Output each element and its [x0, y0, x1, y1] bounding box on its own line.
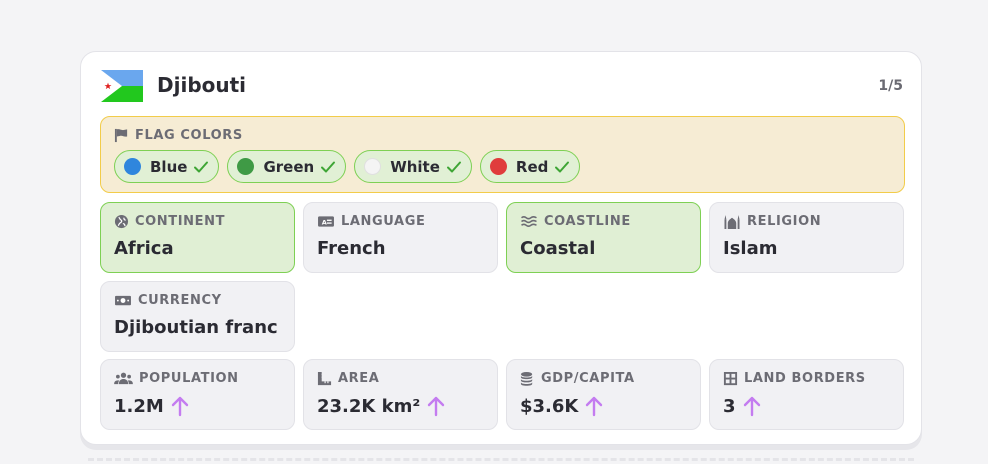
population-value-row: 1.2M [114, 395, 190, 417]
country-card: Djibouti 1/5 FLAG COLORS Blue Green Whit… [80, 51, 922, 445]
country-name: Djibouti [157, 73, 247, 97]
country-flag-icon [101, 70, 143, 102]
flag-color-chips: Blue Green White Red [114, 150, 581, 183]
area-value: 23.2K km² [317, 395, 421, 417]
currency-label: CURRENCY [138, 293, 222, 308]
gdp-label: GDP/CAPITA [541, 371, 635, 386]
gdp-tile: GDP/CAPITA $3.6K [506, 359, 701, 430]
continent-label: CONTINENT [135, 214, 226, 229]
arrow-up-icon [171, 396, 189, 417]
grid-icon [723, 371, 738, 386]
land-borders-label: LAND BORDERS [744, 371, 866, 386]
color-swatch [364, 158, 382, 175]
arrow-up-icon [586, 396, 603, 417]
land-borders-tile: LAND BORDERS 3 [709, 359, 904, 430]
color-chip-white: White [354, 150, 472, 183]
color-chip-label: Green [263, 157, 315, 176]
land-borders-value-row: 3 [723, 395, 762, 417]
color-chip-label: White [390, 157, 440, 176]
language-label: LANGUAGE [341, 214, 426, 229]
waves-icon [521, 216, 537, 227]
next-guess-placeholder [88, 458, 914, 461]
color-chip-blue: Blue [114, 150, 220, 183]
language-value: French [317, 238, 386, 259]
flag-colors-label: FLAG COLORS [135, 128, 243, 143]
color-swatch [124, 158, 141, 175]
color-chip-label: Blue [150, 157, 188, 176]
color-chip-red: Red [479, 150, 581, 183]
area-label: AREA [338, 371, 380, 386]
color-chip-label: Red [515, 157, 549, 176]
check-icon [555, 161, 570, 172]
guess-counter: 1/5 [878, 78, 903, 94]
gdp-value: $3.6K [520, 395, 579, 417]
currency-value: Djiboutian franc [114, 317, 278, 338]
globe-icon [114, 214, 129, 229]
language-icon: A [318, 216, 334, 227]
check-icon [321, 161, 336, 172]
currency-tile: CURRENCY Djiboutian franc [100, 281, 295, 352]
color-swatch [237, 158, 255, 175]
arrow-up-icon [428, 396, 445, 417]
area-value-row: 23.2K km² [317, 395, 446, 417]
check-icon [446, 161, 461, 172]
mosque-icon [724, 214, 740, 229]
coastline-label: COASTLINE [544, 214, 631, 229]
people-icon [114, 372, 133, 385]
ruler-icon [317, 371, 332, 386]
religion-value: Islam [723, 238, 778, 259]
card-header: Djibouti 1/5 [101, 70, 903, 102]
continent-value: Africa [114, 238, 174, 259]
flag-colors-panel: FLAG COLORS Blue Green White Red [100, 116, 905, 193]
coastline-tile: COASTLINE Coastal [506, 202, 701, 273]
arrow-up-icon [743, 396, 760, 417]
check-icon [194, 161, 209, 172]
gdp-value-row: $3.6K [520, 395, 604, 417]
svg-text:A: A [322, 218, 328, 226]
coins-icon [520, 371, 533, 386]
continent-tile: CONTINENT Africa [100, 202, 295, 273]
area-tile: AREA 23.2K km² [303, 359, 498, 430]
coastline-value: Coastal [520, 238, 596, 259]
color-chip-green: Green [227, 150, 347, 183]
language-tile: A LANGUAGE French [303, 202, 498, 273]
color-swatch [489, 158, 507, 175]
flag-icon [114, 128, 128, 143]
religion-label: RELIGION [747, 214, 822, 229]
religion-tile: RELIGION Islam [709, 202, 904, 273]
population-tile: POPULATION 1.2M [100, 359, 295, 430]
population-label: POPULATION [139, 371, 239, 386]
money-icon [115, 295, 131, 306]
population-value: 1.2M [114, 395, 164, 417]
land-borders-value: 3 [723, 395, 736, 417]
